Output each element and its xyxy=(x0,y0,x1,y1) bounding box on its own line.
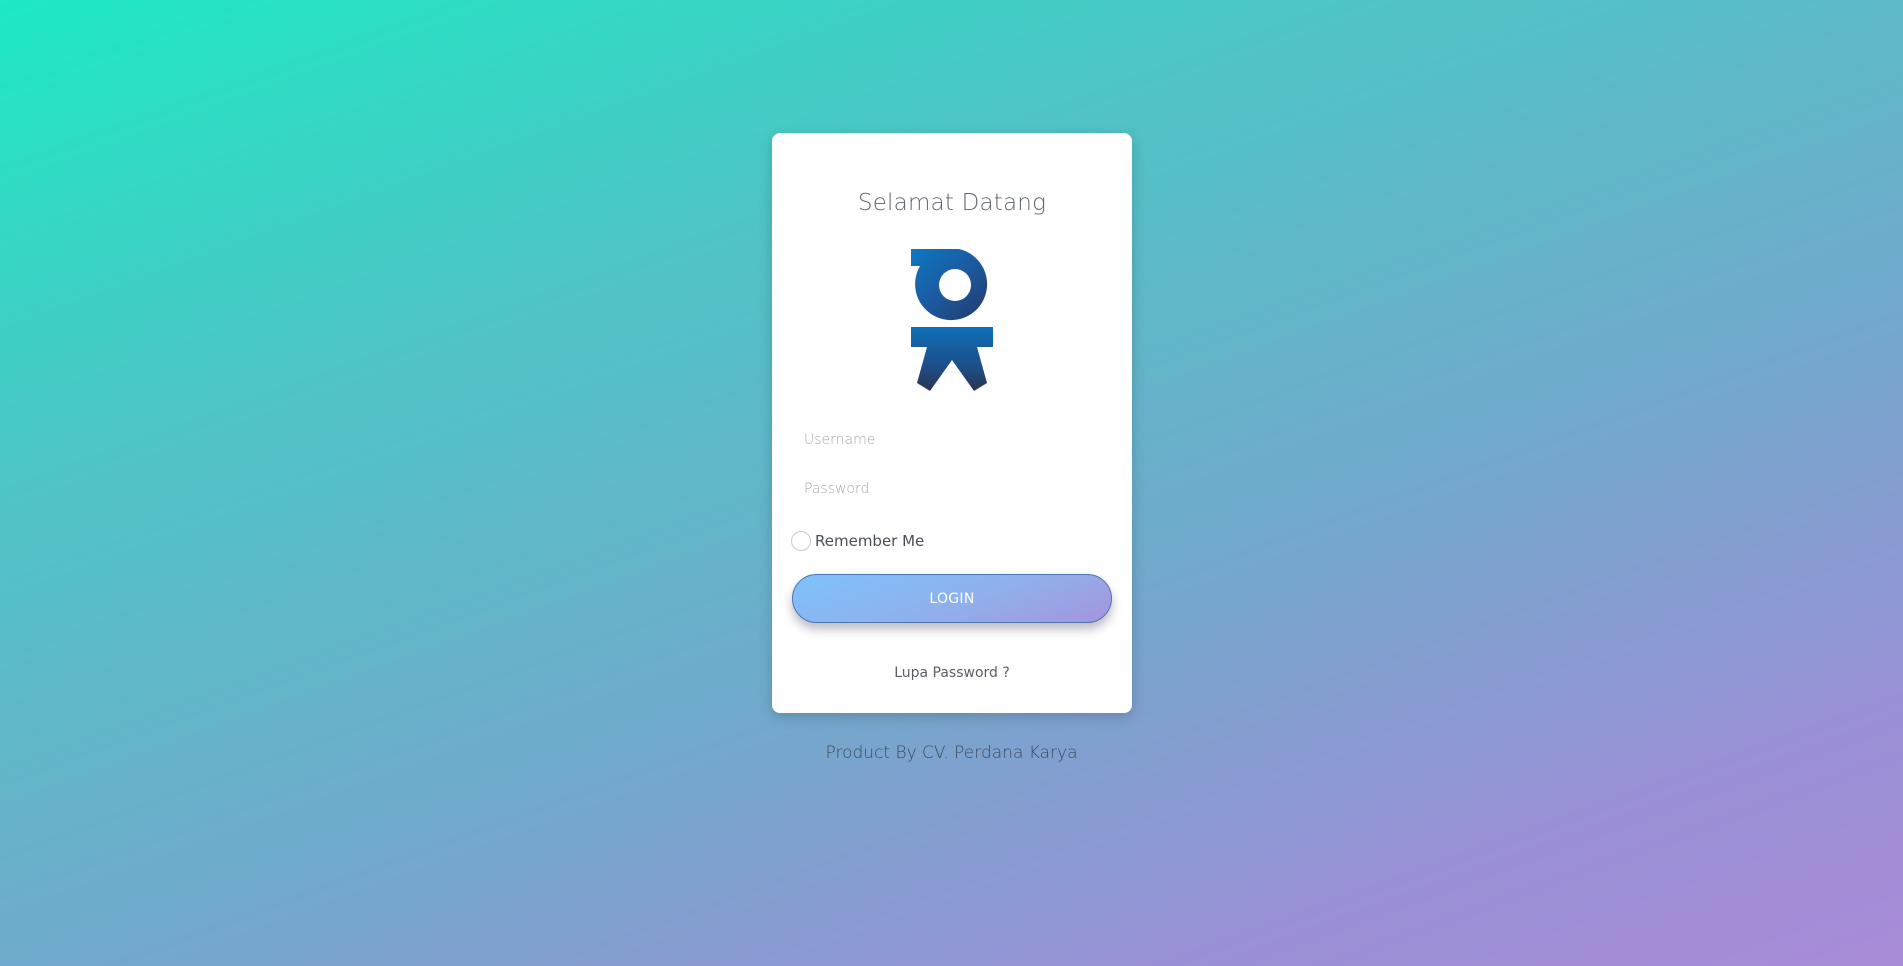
ok-logo xyxy=(911,249,993,391)
remember-me-radio[interactable] xyxy=(791,531,811,551)
remember-me-toggle[interactable]: Remember Me xyxy=(791,531,924,551)
login-card: Selamat Datang Remember Me LOGIN Lupa Pa… xyxy=(772,133,1132,713)
login-button[interactable]: LOGIN xyxy=(792,574,1112,623)
forgot-password-link[interactable]: Lupa Password ? xyxy=(772,665,1132,681)
username-input[interactable] xyxy=(792,423,1112,457)
welcome-title: Selamat Datang xyxy=(857,190,1047,216)
remember-me-label: Remember Me xyxy=(815,532,925,550)
password-input[interactable] xyxy=(792,472,1112,506)
footer-credit: Product By CV. Perdana Karya xyxy=(825,743,1078,763)
